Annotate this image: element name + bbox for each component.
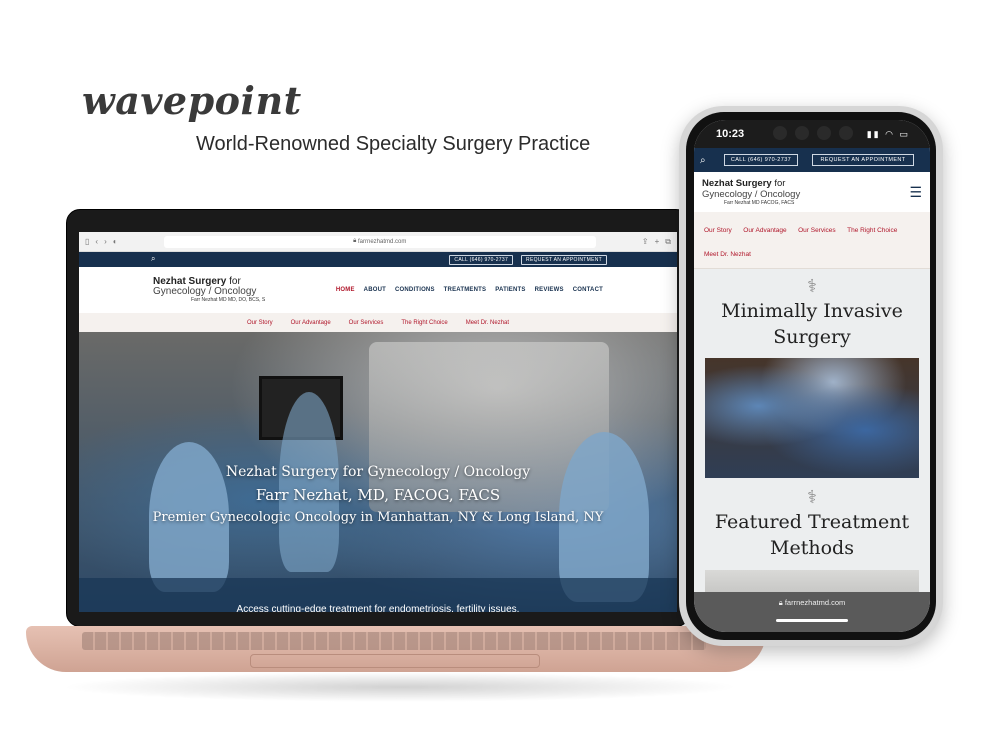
mobile-url-bar[interactable]: 🔒︎ farrnezhatmd.com	[694, 592, 930, 632]
laptop-keyboard	[82, 632, 706, 650]
home-indicator[interactable]	[776, 619, 848, 622]
site-topbar: ⌕ CALL (646) 970-2737 REQUEST AN APPOINT…	[79, 252, 677, 267]
hero-text: Nezhat Surgery for Gynecology / Oncology…	[79, 464, 677, 525]
browser-toolbar: ▯ ‹ › ◐ 🔒︎ farrnezhatmd.com ⇪ + ⧉	[79, 232, 677, 252]
signal-wifi-battery-icon: ▮▮ ◠ ▭	[866, 128, 910, 139]
mobile-topbar: ⌕ CALL (646) 970-2737 REQUEST AN APPOINT…	[694, 148, 930, 172]
subnav-meet-dr[interactable]: Meet Dr. Nezhat	[466, 320, 509, 326]
hero-band: Access cutting-edge treatment for endome…	[79, 578, 677, 612]
mobile-url-text: farrnezhatmd.com	[784, 598, 846, 607]
lock-icon: 🔒︎	[778, 598, 783, 607]
nav-patients[interactable]: PATIENTS	[495, 287, 525, 293]
mobile-subnav-right-choice[interactable]: The Right Choice	[847, 226, 897, 236]
mobile-logo-line2: Gynecology / Oncology	[702, 189, 801, 200]
subnav-our-story[interactable]: Our Story	[247, 320, 273, 326]
laptop-screen: ▯ ‹ › ◐ 🔒︎ farrnezhatmd.com ⇪ + ⧉ ⌕ CALL…	[79, 232, 677, 612]
url-text: farrnezhatmd.com	[358, 238, 407, 245]
status-bar: 10:23 ▮▮ ◠ ▭	[694, 120, 930, 148]
hamburger-menu-icon[interactable]: ☰	[909, 184, 922, 201]
subnav-our-services[interactable]: Our Services	[349, 320, 384, 326]
sub-nav: Our Story Our Advantage Our Services The…	[79, 313, 677, 332]
nav-reviews[interactable]: REVIEWS	[535, 287, 564, 293]
subnav-our-advantage[interactable]: Our Advantage	[291, 320, 331, 326]
mobile-content: ⚕ Minimally Invasive Surgery ⚕ Featured …	[694, 269, 930, 612]
search-icon[interactable]: ⌕	[700, 155, 718, 166]
hero-banner: Nezhat Surgery for Gynecology / Oncology…	[79, 332, 677, 612]
address-bar[interactable]: 🔒︎ farrnezhatmd.com	[163, 235, 596, 248]
call-button[interactable]: CALL (646) 970-2737	[449, 254, 514, 265]
mobile-subnav-our-advantage[interactable]: Our Advantage	[743, 226, 786, 236]
nav-about[interactable]: ABOUT	[364, 287, 386, 293]
caduceus-icon: ⚕	[807, 487, 817, 508]
new-tab-icon[interactable]: +	[655, 237, 660, 246]
brand-tagline: World-Renowned Specialty Surgery Practic…	[196, 133, 591, 155]
hero-band-text: Access cutting-edge treatment for endome…	[236, 604, 520, 612]
nav-treatments[interactable]: TREATMENTS	[444, 287, 487, 293]
mobile-appointment-button[interactable]: REQUEST AN APPOINTMENT	[812, 153, 914, 167]
mobile-subnav-our-story[interactable]: Our Story	[704, 226, 732, 236]
logo-line3: Farr Nezhat MD MD, DO, BCS, S	[191, 296, 266, 303]
nav-conditions[interactable]: CONDITIONS	[395, 287, 435, 293]
shield-icon: ◐	[112, 237, 118, 246]
mobile-logo-line1-bold: Nezhat Surgery	[702, 178, 772, 189]
hero-line2: Farr Nezhat, MD, FACOG, FACS	[255, 486, 501, 504]
logo-line1-bold: Nezhat Surgery	[153, 275, 227, 287]
main-nav: HOME ABOUT CONDITIONS TREATMENTS PATIENT…	[336, 287, 603, 293]
search-icon[interactable]: ⌕	[151, 254, 155, 264]
mobile-logo-line1-rest: for	[771, 178, 786, 189]
logo-line1-rest: for	[226, 275, 241, 287]
share-icon[interactable]: ⇪	[642, 237, 649, 246]
mobile-subnav-meet-dr[interactable]: Meet Dr. Nezhat	[704, 250, 751, 260]
status-time: 10:23	[716, 128, 745, 140]
forward-icon[interactable]: ›	[104, 237, 107, 246]
hero-line1: Nezhat Surgery for Gynecology / Oncology	[225, 464, 531, 480]
caduceus-icon: ⚕	[807, 276, 817, 296]
hero-line3: Premier Gynecologic Oncology in Manhatta…	[152, 510, 604, 525]
wavepoint-logo: wavepoint	[82, 78, 302, 123]
site-logo[interactable]: Nezhat Surgery for Gynecology / Oncology…	[153, 275, 266, 303]
subnav-right-choice[interactable]: The Right Choice	[401, 320, 447, 326]
section-title-minimally-invasive: Minimally Invasive Surgery	[721, 300, 903, 348]
mobile-logo-line3: Farr Nezhat MD FACOG, FACS	[724, 200, 795, 206]
mobile-sub-nav: Our Story Our Advantage Our Services The…	[694, 212, 930, 269]
lock-icon: 🔒︎	[353, 238, 357, 244]
mobile-header: Nezhat Surgery for Gynecology / Oncology…	[694, 172, 930, 212]
back-icon[interactable]: ‹	[95, 237, 98, 246]
mobile-call-button[interactable]: CALL (646) 970-2737	[724, 153, 798, 167]
sidebar-icon[interactable]: ▯	[85, 237, 89, 246]
section-title-featured-treatment: Featured Treatment Methods	[714, 511, 910, 559]
phone-screen: 10:23 ▮▮ ◠ ▭ ⌕ CALL (646) 970-2737 REQUE…	[694, 120, 930, 632]
nav-home[interactable]: HOME	[336, 287, 355, 293]
tabs-icon[interactable]: ⧉	[665, 237, 671, 247]
surgery-photo	[705, 358, 919, 479]
site-header: Nezhat Surgery for Gynecology / Oncology…	[79, 267, 677, 313]
laptop-shadow	[60, 672, 740, 702]
camera-island	[768, 126, 858, 142]
nav-contact[interactable]: CONTACT	[573, 287, 603, 293]
request-appointment-button[interactable]: REQUEST AN APPOINTMENT	[521, 254, 607, 265]
laptop-trackpad	[250, 654, 540, 668]
mobile-subnav-our-services[interactable]: Our Services	[798, 226, 836, 236]
mobile-site-logo[interactable]: Nezhat Surgery for Gynecology / Oncology…	[702, 178, 800, 206]
